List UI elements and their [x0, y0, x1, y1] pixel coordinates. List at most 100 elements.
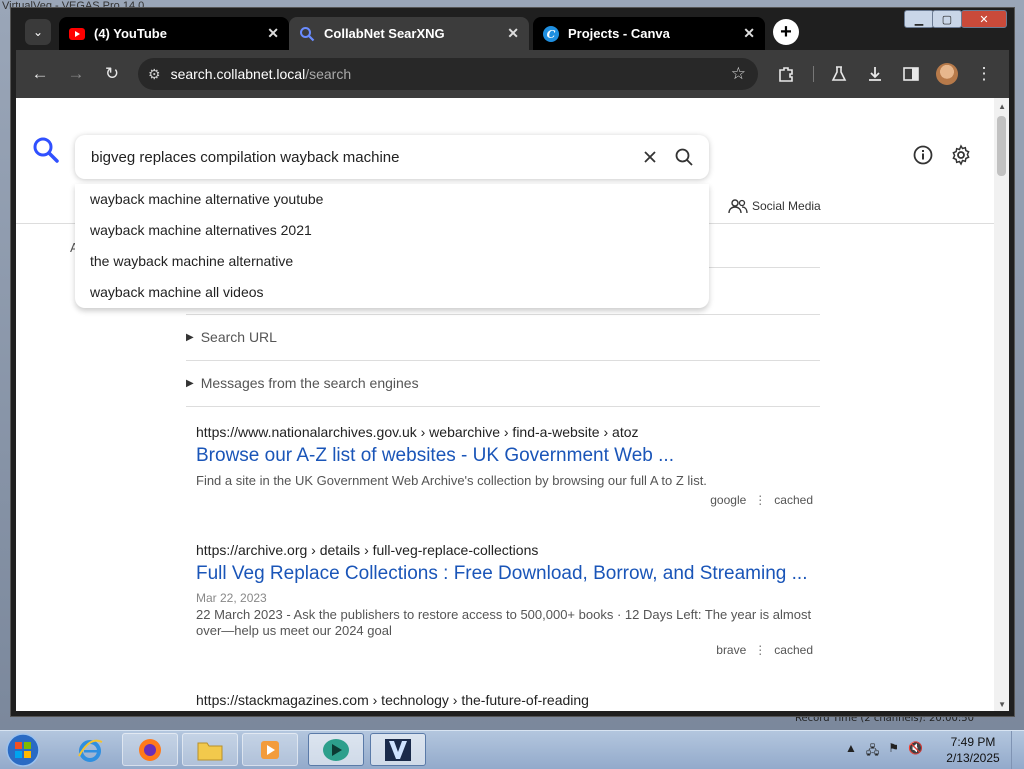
- profile-avatar[interactable]: [936, 63, 958, 85]
- taskbar-clock[interactable]: 7:49 PM 2/13/2025: [938, 734, 1008, 766]
- action-center-flag-icon[interactable]: ⚑: [888, 741, 899, 762]
- minimize-button[interactable]: ▁: [904, 10, 934, 28]
- site-settings-icon[interactable]: ⚙: [148, 66, 161, 83]
- browser-window: ⌄ (4) YouTube ✕ CollabNet SearXNG ✕ C Pr…: [11, 8, 1014, 716]
- tab-canva[interactable]: C Projects - Canva ✕: [533, 17, 765, 50]
- result-meta: brave ⋮ cached: [196, 643, 813, 657]
- result-description: Find a site in the UK Government Web Arc…: [196, 473, 707, 488]
- volume-muted-icon[interactable]: 🔇: [908, 741, 923, 762]
- suggestion-item[interactable]: wayback machine alternative youtube: [75, 184, 709, 215]
- taskbar-file-explorer[interactable]: [182, 733, 238, 766]
- suggestion-item[interactable]: wayback machine all videos: [75, 277, 709, 308]
- folder-icon: [197, 742, 223, 760]
- close-tab-icon[interactable]: ✕: [743, 25, 755, 42]
- details-label: Search URL: [200, 329, 277, 345]
- url-domain: search.collabnet.local: [170, 66, 306, 82]
- result-meta: google ⋮ cached: [196, 493, 813, 507]
- close-tab-icon[interactable]: ✕: [507, 25, 519, 42]
- address-url: search.collabnet.local/search: [171, 66, 352, 82]
- new-tab-button[interactable]: +: [773, 19, 799, 45]
- result-engine: brave: [716, 643, 747, 657]
- taskbar: ▲ 🖧 ⚑ 🔇 7:49 PM 2/13/2025: [0, 730, 1024, 769]
- tab-title: (4) YouTube: [94, 26, 167, 41]
- taskbar-media-app[interactable]: [308, 733, 364, 766]
- scroll-up-icon[interactable]: ▲: [998, 102, 1006, 111]
- separator: [186, 406, 820, 407]
- result-description: 22 March 2023 - Ask the publishers to re…: [196, 607, 812, 638]
- more-menu-icon[interactable]: ⋮: [972, 62, 996, 86]
- canva-icon: C: [543, 25, 559, 42]
- taskbar-firefox[interactable]: [122, 733, 178, 766]
- triangle-right-icon: ▶: [186, 377, 194, 389]
- back-button[interactable]: ←: [28, 62, 52, 86]
- taskbar-vegas-pro[interactable]: [370, 733, 426, 766]
- address-bar[interactable]: ⚙ search.collabnet.local/search ☆: [138, 58, 758, 90]
- result-engine: google: [710, 493, 747, 507]
- labs-flask-icon[interactable]: [827, 62, 851, 86]
- reload-button[interactable]: ↻: [100, 62, 124, 86]
- reload-icon: ↻: [104, 64, 120, 83]
- show-hidden-icons-icon[interactable]: ▲: [845, 741, 857, 762]
- page-scrollbar[interactable]: ▲ ▼: [994, 98, 1009, 711]
- clock-date: 2/13/2025: [946, 751, 1000, 765]
- close-tab-icon[interactable]: ✕: [267, 25, 279, 42]
- taskbar-media-player[interactable]: [242, 733, 298, 766]
- search-result: https://www.nationalarchives.gov.uk › we…: [196, 424, 836, 507]
- result-url[interactable]: https://archive.org › details › full-veg…: [196, 542, 836, 558]
- maximize-button[interactable]: ▢: [932, 10, 962, 28]
- youtube-icon: [69, 26, 85, 42]
- tab-youtube[interactable]: (4) YouTube ✕: [59, 17, 289, 50]
- side-panel-icon[interactable]: [899, 62, 923, 86]
- bookmark-star-icon[interactable]: ☆: [731, 64, 746, 84]
- network-icon[interactable]: 🖧: [866, 741, 879, 762]
- taskbar-internet-explorer[interactable]: [62, 733, 118, 766]
- vegas-pro-icon: [385, 738, 411, 761]
- plus-icon: +: [780, 20, 792, 43]
- scrollbar-thumb[interactable]: [997, 116, 1006, 176]
- download-icon[interactable]: [863, 62, 887, 86]
- category-social-media[interactable]: Social Media: [728, 198, 821, 214]
- show-desktop-button[interactable]: [1011, 731, 1024, 769]
- suggestion-item[interactable]: the wayback machine alternative: [75, 246, 709, 277]
- gear-icon[interactable]: [950, 144, 972, 166]
- search-submit-icon[interactable]: [673, 146, 695, 168]
- svg-text:C: C: [547, 28, 556, 41]
- media-app-icon: [323, 738, 349, 761]
- tab-strip: ⌄ (4) YouTube ✕ CollabNet SearXNG ✕ C Pr…: [11, 8, 1014, 50]
- result-title-link[interactable]: Browse our A-Z list of websites - UK Gov…: [196, 445, 836, 467]
- more-vertical-icon: ⋮: [754, 643, 767, 657]
- info-icon[interactable]: [912, 144, 934, 166]
- result-url[interactable]: https://stackmagazines.com › technology …: [196, 692, 836, 708]
- suggestion-item[interactable]: wayback machine alternatives 2021: [75, 215, 709, 246]
- close-icon: ✕: [979, 13, 989, 26]
- start-button[interactable]: [3, 732, 43, 768]
- search-result: https://archive.org › details › full-veg…: [196, 542, 836, 657]
- forward-button[interactable]: →: [64, 62, 88, 86]
- cached-link[interactable]: cached: [774, 643, 813, 657]
- more-vertical-icon: ⋮: [754, 493, 767, 507]
- search-input[interactable]: [89, 147, 627, 167]
- system-tray: ▲ 🖧 ⚑ 🔇: [845, 741, 923, 762]
- url-path: /search: [305, 66, 352, 82]
- clock-time: 7:49 PM: [950, 735, 996, 749]
- searxng-logo-search-icon[interactable]: [32, 136, 60, 164]
- internet-explorer-icon: [78, 739, 103, 762]
- extensions-icon[interactable]: [774, 62, 798, 86]
- clear-search-icon[interactable]: [639, 146, 661, 168]
- details-label: Messages from the search engines: [200, 375, 419, 391]
- result-title-link[interactable]: Full Veg Replace Collections : Free Down…: [196, 563, 836, 585]
- close-window-button[interactable]: ✕: [961, 10, 1007, 28]
- search-icon: [299, 26, 315, 42]
- search-url-toggle[interactable]: ▶ Search URL: [186, 329, 277, 345]
- tab-collabnet-searxng[interactable]: CollabNet SearXNG ✕: [289, 17, 529, 50]
- chevron-down-icon: ⌄: [32, 25, 44, 39]
- engine-messages-toggle[interactable]: ▶ Messages from the search engines: [186, 375, 419, 391]
- firefox-icon: [139, 738, 161, 761]
- tab-search-button[interactable]: ⌄: [25, 19, 51, 45]
- scroll-down-icon[interactable]: ▼: [998, 700, 1006, 709]
- toolbar-divider: [813, 66, 814, 82]
- triangle-right-icon: ▶: [186, 331, 194, 343]
- cached-link[interactable]: cached: [774, 493, 813, 507]
- tab-title: CollabNet SearXNG: [324, 26, 445, 41]
- result-url[interactable]: https://www.nationalarchives.gov.uk › we…: [196, 424, 836, 440]
